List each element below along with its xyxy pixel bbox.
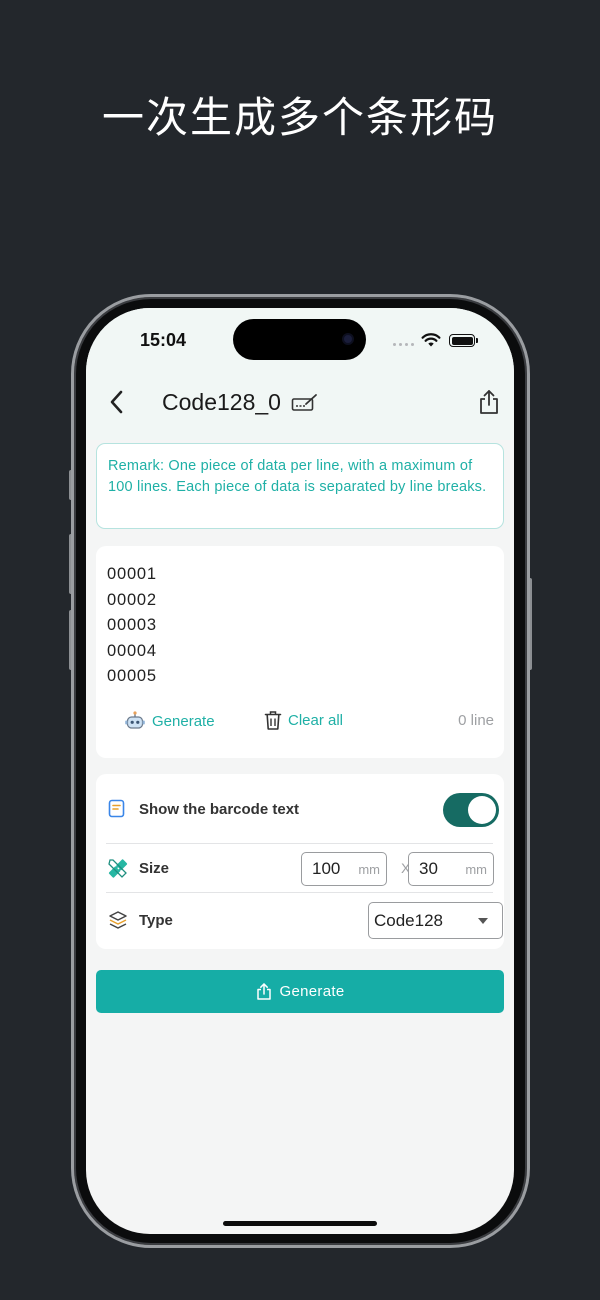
height-value: 30	[419, 859, 438, 878]
width-value: 100	[312, 859, 341, 878]
row-divider	[106, 843, 493, 844]
line-count: 0 line	[458, 712, 494, 729]
status-time: 15:04	[140, 330, 187, 350]
width-unit: mm	[358, 862, 380, 877]
home-indicator	[223, 1221, 377, 1226]
battery-tip	[476, 338, 478, 343]
page-title: Code128_0	[162, 389, 281, 415]
generate-button[interactable]: Generate	[96, 970, 504, 1013]
type-value: Code128	[374, 911, 444, 930]
share-icon	[256, 983, 271, 1000]
width-input[interactable]: 100 mm	[301, 852, 387, 886]
trash-icon	[264, 711, 282, 730]
layers-icon	[109, 911, 127, 929]
data-line: 00004	[107, 641, 157, 660]
type-select[interactable]: Code128	[368, 902, 503, 939]
data-line: 00001	[107, 565, 157, 583]
data-input-card[interactable]: 00001 00002 00003 00004 00005 Generate C…	[96, 546, 504, 758]
show-text-toggle[interactable]	[443, 793, 499, 827]
toggle-knob	[468, 796, 496, 824]
size-label: Size	[139, 860, 170, 877]
signal-icon	[393, 343, 414, 346]
edit-title-icon[interactable]	[291, 392, 319, 414]
ai-generate-button[interactable]: Generate	[124, 710, 215, 732]
remark-note: Remark: One piece of data per line, with…	[96, 443, 504, 529]
camera-icon	[342, 333, 354, 345]
ruler-pencil-icon	[108, 859, 128, 878]
data-line: 00003	[107, 616, 157, 634]
text-note-icon	[108, 799, 125, 818]
type-label: Type	[139, 912, 173, 929]
headline: 一次生成多个条形码	[101, 93, 498, 142]
row-divider	[106, 892, 493, 893]
phone-screen: 15:04 Code128_0 Remark: One piece of dat…	[86, 308, 514, 1234]
data-line: 00002	[107, 590, 157, 609]
share-icon[interactable]	[478, 388, 500, 416]
data-textarea[interactable]: 00001 00002 00003 00004 00005	[107, 562, 157, 690]
wifi-icon	[421, 333, 441, 347]
show-text-label: Show the barcode text	[139, 801, 300, 818]
back-chevron-icon[interactable]	[106, 388, 128, 416]
data-line: 00005	[107, 667, 157, 685]
settings-card: Show the barcode text Size 100 mm X 30 m…	[96, 774, 504, 949]
clear-all-button[interactable]: Clear all	[264, 710, 343, 731]
caret-down-icon	[478, 918, 488, 924]
height-input[interactable]: 30 mm	[408, 852, 494, 886]
height-unit: mm	[465, 862, 487, 877]
battery-icon	[449, 334, 475, 347]
generate-button-label: Generate	[279, 983, 345, 1000]
robot-icon	[125, 711, 145, 729]
clear-all-label: Clear all	[288, 712, 344, 729]
ai-generate-label: Generate	[152, 712, 215, 730]
